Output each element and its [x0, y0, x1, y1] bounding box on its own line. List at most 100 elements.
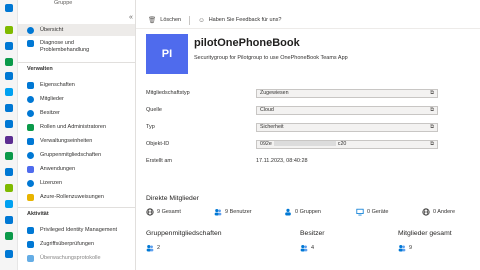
- prop-value: Zugewiesen: [260, 90, 289, 96]
- roles-icon: [27, 124, 34, 131]
- owners-icon: [27, 110, 34, 117]
- prop-field-type[interactable]: Sicherheit ⧉: [256, 123, 438, 132]
- memberships-value: 2: [157, 245, 161, 251]
- stat-others-label: 0 Andere: [433, 209, 456, 215]
- nav-eigenschaften[interactable]: Eigenschaften: [18, 82, 135, 89]
- nav-besitzer[interactable]: Besitzer: [18, 110, 135, 117]
- feedback-icon: ☺: [198, 16, 205, 24]
- prop-label-type: Typ: [146, 124, 155, 130]
- nav-label: Besitzer: [40, 110, 60, 116]
- nav-label: Gruppenmitgliedschaften: [40, 152, 102, 158]
- group-icon: [285, 208, 291, 216]
- nav-pim[interactable]: Privileged Identity Management: [18, 227, 135, 234]
- stat-devices: 0 Geräte: [356, 208, 388, 216]
- copy-icon[interactable]: ⧉: [430, 124, 434, 131]
- feedback-label: Haben Sie Feedback für uns?: [208, 17, 282, 23]
- nav-label: Privileged Identity Management: [40, 227, 118, 233]
- nav-overview[interactable]: Übersicht: [18, 24, 135, 36]
- section-title-verwalten: Verwalten: [27, 66, 53, 72]
- nav-overview-label: Übersicht: [40, 27, 64, 33]
- direct-members-title: Direkte Mitglieder: [146, 195, 199, 202]
- key-icon: [27, 194, 34, 201]
- nav-label: Verwaltungseinheiten: [40, 138, 93, 144]
- redacted-block: [273, 141, 336, 147]
- section-divider: [18, 62, 135, 63]
- command-bar: 🗑 Löschen ☺ Haben Sie Feedback für uns?: [136, 13, 480, 27]
- group-avatar: PI: [146, 34, 188, 74]
- copy-icon[interactable]: ⧉: [430, 90, 434, 97]
- code-icon[interactable]: [5, 168, 13, 176]
- favorite-icon[interactable]: [5, 42, 13, 50]
- feedback-button[interactable]: ☺ Haben Sie Feedback für uns?: [198, 17, 281, 24]
- nav-label: Rollen und Administratoren: [40, 124, 107, 130]
- nav-verwaltungseinheiten[interactable]: Verwaltungseinheiten: [18, 138, 135, 145]
- nav-label: Azure-Rollenzuweisungen: [40, 194, 104, 200]
- help-icon[interactable]: [5, 250, 13, 258]
- stat-groups: 0 Gruppen: [284, 208, 321, 216]
- nav-label: Zugriffsüberprüfungen: [40, 241, 95, 247]
- nav-lizenzen[interactable]: Lizenzen: [18, 180, 135, 187]
- members-icon: [398, 244, 406, 252]
- nav-mitglieder[interactable]: Mitglieder: [18, 96, 135, 103]
- diamond-icon[interactable]: [5, 152, 13, 160]
- stat-total: 9 Gesamt: [146, 208, 181, 216]
- prop-value-created: 17.11.2023, 08:40:28: [256, 158, 308, 164]
- stat-others: 0 Andere: [422, 208, 455, 216]
- delete-button[interactable]: 🗑 Löschen: [148, 16, 181, 24]
- cloud-icon[interactable]: [5, 200, 13, 208]
- dashboard-icon[interactable]: [5, 26, 13, 34]
- nav-azure-rollen[interactable]: Azure-Rollenzuweisungen: [18, 194, 135, 201]
- memberships-count[interactable]: 2: [146, 244, 160, 252]
- globe-icon[interactable]: [5, 88, 13, 96]
- nav-anwendungen[interactable]: Anwendungen: [18, 166, 135, 173]
- admin-units-icon: [27, 138, 34, 145]
- toolbar-divider: [136, 28, 480, 29]
- list-icon[interactable]: [5, 72, 13, 80]
- globe-icon: [146, 208, 154, 216]
- nav-diagnose[interactable]: Diagnose und Problembehandlung: [18, 40, 135, 54]
- delete-label: Löschen: [160, 17, 182, 23]
- shield-icon[interactable]: [5, 232, 13, 240]
- prop-value: Cloud: [260, 107, 274, 113]
- owners-title: Besitzer: [300, 230, 325, 237]
- section-title-aktivitaet: Aktivität: [27, 211, 49, 217]
- prop-field-membership-type[interactable]: Zugewiesen ⧉: [256, 89, 438, 98]
- nav-diagnose-label: Diagnose und Problembehandlung: [40, 40, 90, 53]
- clock-icon[interactable]: [5, 216, 13, 224]
- collapse-menu-icon[interactable]: «: [129, 14, 133, 21]
- total-members-value: 9: [409, 245, 413, 251]
- prop-label-object-id: Objekt-ID: [146, 141, 170, 147]
- access-review-icon: [27, 241, 34, 248]
- audit-log-icon: [27, 255, 34, 262]
- nav-gruppenmitgliedschaften[interactable]: Gruppenmitgliedschaften: [18, 152, 135, 159]
- prop-label-source: Quelle: [146, 107, 162, 113]
- nav-label: Anwendungen: [40, 166, 76, 172]
- globe-icon: [422, 208, 430, 216]
- toolbar-separator: [189, 15, 191, 25]
- total-members-count[interactable]: 9: [398, 244, 412, 252]
- nav-rollen[interactable]: Rollen und Administratoren: [18, 124, 135, 131]
- storage-icon[interactable]: [5, 184, 13, 192]
- stat-devices-label: 0 Geräte: [367, 209, 389, 215]
- group-title: pilotOnePhoneBook: [194, 37, 300, 49]
- owners-icon: [300, 244, 308, 252]
- nav-label: Mitglieder: [40, 96, 64, 102]
- prop-label-membership-type: Mitgliedschaftstyp: [146, 90, 190, 96]
- prop-field-source[interactable]: Cloud ⧉: [256, 106, 438, 115]
- stat-users: 9 Benutzer: [214, 208, 252, 216]
- monitor-icon[interactable]: [5, 120, 13, 128]
- database-icon[interactable]: [5, 104, 13, 112]
- nav-zugriffsueberpruefungen[interactable]: Zugriffsüberprüfungen: [18, 241, 135, 248]
- home-icon[interactable]: [5, 4, 13, 12]
- owners-count[interactable]: 4: [300, 244, 314, 252]
- object-id-end: c20: [337, 141, 347, 147]
- prop-field-object-id[interactable]: 092e c20 ⧉: [256, 140, 438, 149]
- users-icon[interactable]: [5, 136, 13, 144]
- copy-icon[interactable]: ⧉: [430, 141, 434, 148]
- nav-ueberwachungsprotokolle[interactable]: Überwachungsprotokolle: [18, 255, 135, 262]
- copy-icon[interactable]: ⧉: [430, 107, 434, 114]
- stat-groups-label: 0 Gruppen: [295, 209, 321, 215]
- portal-rail: [0, 0, 18, 270]
- grid-icon[interactable]: [5, 58, 13, 66]
- resource-menu: Gruppe « Übersicht Diagnose und Problemb…: [18, 0, 136, 270]
